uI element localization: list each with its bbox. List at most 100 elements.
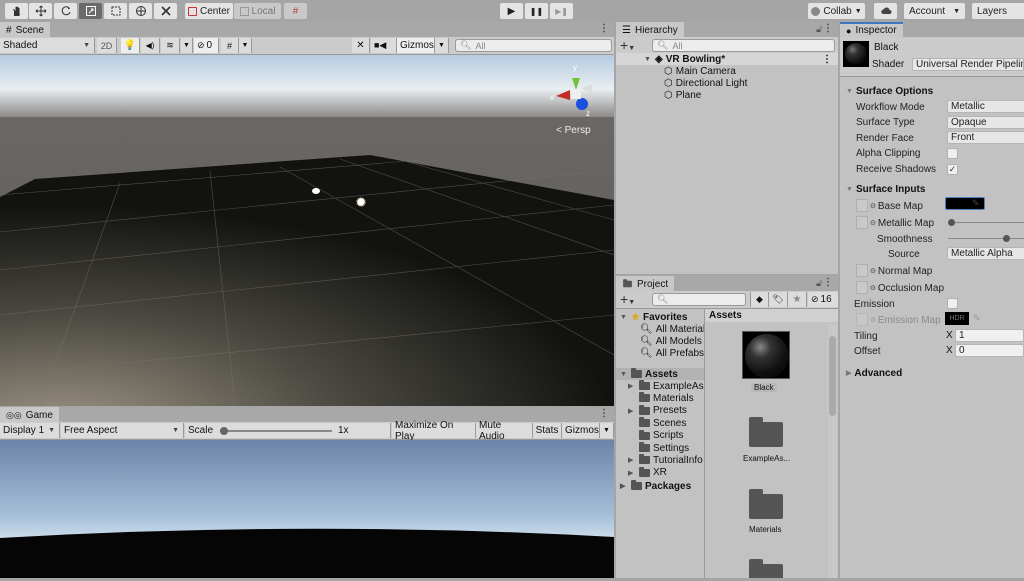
display-dropdown[interactable]: Display 1 ▼ (0, 423, 60, 438)
asset-folder-item[interactable]: ▶ ExampleAss (628, 380, 704, 392)
favorite-item[interactable]: 🔍︎ All Prefabs (640, 347, 704, 359)
metallic-slider-handle[interactable] (948, 219, 955, 226)
shading-mode-dropdown[interactable]: Shaded ▼ (0, 38, 95, 53)
more-menu-icon[interactable]: ⋮ (823, 24, 833, 34)
folder-thumbnail[interactable] (749, 417, 783, 447)
more-menu-icon[interactable]: ⋮ (823, 278, 833, 288)
scale-tool-button[interactable] (79, 3, 102, 19)
scale-slider[interactable] (220, 427, 332, 435)
expand-arrow-icon[interactable]: ▶ (620, 482, 628, 490)
asset-folder-item[interactable]: ▶ XR (628, 466, 667, 479)
scene-tools-button[interactable]: ✕ (352, 38, 370, 53)
camera-gizmo-icon[interactable] (312, 188, 320, 194)
receive-shadows-checkbox[interactable]: ✓ (947, 164, 958, 175)
hierarchy-item[interactable]: ⬡ Main Camera (664, 65, 736, 77)
cloud-button[interactable] (874, 3, 897, 19)
gizmos-toggle[interactable]: Gizmos (397, 38, 435, 53)
tiling-x-field[interactable]: 1 (955, 329, 1024, 342)
expand-arrow-icon[interactable]: ▶ (628, 456, 636, 464)
metallic-map-slot[interactable] (856, 216, 868, 229)
filter-type-button[interactable]: ◆ (750, 292, 769, 307)
stats-toggle[interactable]: Stats (533, 423, 562, 438)
maximize-on-play-toggle[interactable]: Maximize On Play (392, 420, 476, 442)
hand-tool-button[interactable] (5, 3, 28, 19)
scene-viewport[interactable]: y x z < Persp (0, 55, 614, 406)
hidden-objects-toggle[interactable]: ⊘ 0 (194, 38, 219, 53)
layers-dropdown[interactable]: Layers (972, 3, 1024, 19)
asset-folder-item[interactable]: Scripts (628, 429, 684, 442)
tab-game[interactable]: ◎◎ Game (0, 407, 59, 422)
base-map-slot[interactable] (856, 199, 868, 212)
surface-options-header[interactable]: ▼ Surface Options (846, 84, 933, 98)
lock-icon[interactable]: 🔓︎ (816, 24, 822, 35)
scene-root[interactable]: ▼ ◈ VR Bowling* ⋮ (616, 53, 838, 65)
hidden-packages-toggle[interactable]: ⊘ 16 (808, 292, 838, 307)
surface-inputs-header[interactable]: ▼ Surface Inputs (846, 182, 925, 196)
surface-option-dropdown[interactable]: Metallic (947, 100, 1024, 113)
pause-button[interactable]: ❚❚ (525, 3, 548, 19)
gizmos-dropdown[interactable]: ▼ (435, 38, 449, 53)
advanced-header[interactable]: ▶ Advanced (846, 366, 902, 380)
normal-map-slot[interactable] (856, 264, 868, 277)
pivot-local-button[interactable]: Local (234, 3, 281, 19)
lighting-toggle[interactable]: 💡 (121, 38, 140, 53)
folder-thumbnail[interactable] (749, 559, 783, 578)
add-button[interactable]: +▼ (620, 37, 635, 53)
audio-toggle[interactable]: ◀) (141, 38, 160, 53)
more-menu-icon[interactable]: ⋮ (599, 409, 609, 419)
asset-folder-item[interactable]: Scenes (628, 417, 686, 429)
tab-hierarchy[interactable]: ☰ Hierarchy (616, 22, 684, 37)
expand-arrow-icon[interactable]: ▶ (628, 407, 636, 415)
more-menu-icon[interactable]: ⋮ (599, 24, 609, 34)
step-button[interactable]: ▶❚ (550, 3, 573, 19)
more-menu-icon[interactable]: ⋮ (822, 54, 832, 65)
material-thumbnail[interactable] (742, 331, 790, 379)
expand-arrow-icon[interactable]: ▼ (620, 314, 628, 321)
2d-toggle[interactable]: 2D (97, 38, 117, 53)
camera-dropdown[interactable]: ■◀ (371, 38, 397, 53)
filter-label-button[interactable]: 🏷︎ (769, 292, 788, 307)
shader-dropdown[interactable]: Universal Render Pipeline (912, 58, 1024, 71)
move-tool-button[interactable] (29, 3, 52, 19)
tab-scene[interactable]: # Scene (0, 22, 50, 37)
favorite-item[interactable]: 🔍︎All Materials (640, 323, 704, 335)
grid-dropdown[interactable]: ▼ (239, 38, 252, 53)
aspect-dropdown[interactable]: Free Aspect ▼ (61, 423, 184, 438)
effects-toggle[interactable]: ≋ (161, 38, 180, 53)
offset-x-field[interactable]: 0 (955, 344, 1024, 357)
pivot-center-button[interactable]: Center (185, 3, 233, 19)
custom-tool-button[interactable] (154, 3, 177, 19)
favorite-item[interactable]: 🔍︎ All Models (640, 335, 702, 347)
grid-toggle[interactable]: # (221, 38, 239, 53)
light-gizmo-icon[interactable] (356, 197, 366, 207)
assets-folder[interactable]: ▼ Assets (616, 368, 704, 380)
game-gizmos-dropdown[interactable]: ▼ (600, 423, 614, 438)
surface-option-dropdown[interactable]: Opaque (947, 115, 1024, 129)
game-gizmos-toggle[interactable]: Gizmos (562, 423, 600, 438)
asset-folder-item[interactable]: Settings (628, 442, 689, 454)
lock-icon[interactable]: 🔓︎ (816, 278, 822, 289)
favorites-header[interactable]: ▼ ★ Favorites (620, 311, 687, 323)
metallic-slider[interactable] (948, 219, 1024, 226)
folder-thumbnail[interactable] (749, 489, 783, 519)
scene-search-input[interactable]: 🔍︎ All (455, 39, 612, 52)
source-dropdown[interactable]: Metallic Alpha (947, 247, 1024, 260)
projection-toggle[interactable]: < Persp (556, 125, 591, 136)
effects-dropdown[interactable]: ▼ (181, 38, 193, 53)
tab-project[interactable]: Project (616, 276, 675, 291)
hierarchy-search-input[interactable]: 🔍︎ All (652, 39, 835, 52)
alpha-clipping-checkbox[interactable] (947, 148, 958, 159)
asset-folder-item[interactable]: Materials (628, 392, 694, 404)
favorite-button[interactable]: ★ (788, 292, 807, 307)
collab-button[interactable]: Collab ▼ (808, 3, 865, 19)
packages-folder[interactable]: ▶ Packages (620, 480, 691, 492)
rotate-tool-button[interactable] (54, 3, 77, 19)
expand-arrow-icon[interactable]: ▶ (628, 469, 636, 477)
eyedropper-icon[interactable]: ✎ (972, 198, 980, 209)
expand-arrow-icon[interactable]: ▼ (644, 56, 652, 63)
account-dropdown[interactable]: Account ▼ (904, 3, 965, 19)
rect-tool-button[interactable] (104, 3, 127, 19)
mute-audio-toggle[interactable]: Mute Audio (476, 420, 533, 442)
project-search-input[interactable]: 🔍︎ (652, 293, 746, 306)
hierarchy-item[interactable]: ⬡ Directional Light (664, 77, 747, 89)
